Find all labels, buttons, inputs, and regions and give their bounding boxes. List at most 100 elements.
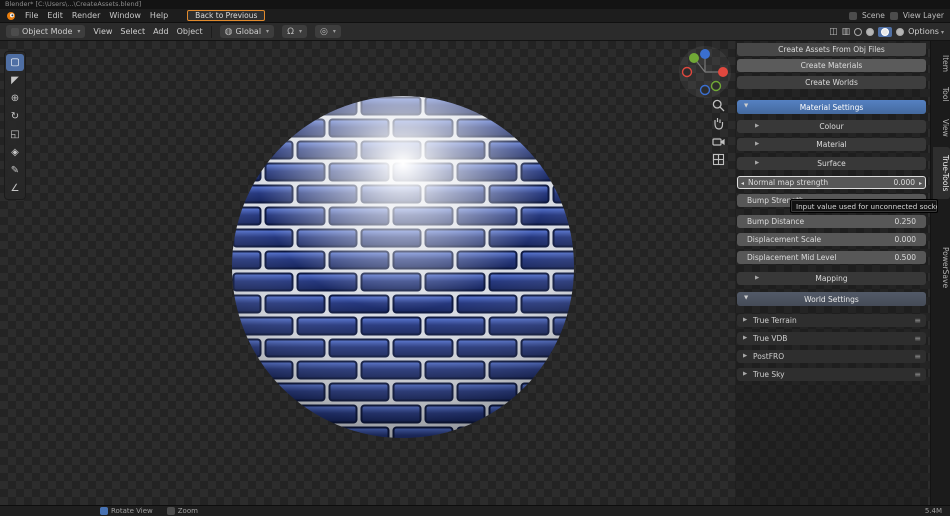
slider-label: Displacement Mid Level	[747, 251, 836, 264]
material-shading-icon	[881, 28, 889, 36]
create-worlds-button[interactable]: Create Worlds	[737, 76, 926, 89]
mouse-middle-icon	[167, 507, 175, 515]
menu-select[interactable]: Select	[120, 27, 145, 36]
sphere-object[interactable]	[231, 95, 575, 439]
navigation-gizmo[interactable]	[678, 45, 732, 99]
slider-increase-icon[interactable]: ▸	[919, 177, 922, 190]
pan-hand-icon[interactable]	[712, 117, 725, 130]
grip-icon[interactable]: ≡	[914, 314, 921, 327]
tool-box-select[interactable]: ▢	[6, 54, 24, 71]
gizmo-x-axis-neg	[683, 68, 692, 77]
gizmo-z-axis-neg	[701, 86, 710, 95]
menu-add[interactable]: Add	[153, 27, 169, 36]
material-settings-header[interactable]: Material Settings	[737, 100, 926, 114]
object-mode-icon	[11, 28, 19, 36]
true-terrain-panel[interactable]: True Terrain ≡	[737, 314, 926, 327]
true-sky-panel[interactable]: True Sky ≡	[737, 368, 926, 381]
panel-label: True Sky	[753, 368, 785, 381]
tab-true-tools[interactable]: True-Tools	[933, 147, 950, 199]
topbar-right: Scene View Layer	[849, 11, 944, 20]
divider	[211, 26, 212, 38]
slider-value: 0.000	[894, 176, 915, 189]
gizmo-z-axis	[700, 49, 710, 59]
statusbar: Rotate View Zoom 5.4M	[0, 505, 950, 516]
menu-render[interactable]: Render	[72, 11, 100, 20]
true-vdb-panel[interactable]: True VDB ≡	[737, 332, 926, 345]
statusbar-stats: 5.4M	[925, 507, 942, 515]
slider-value: 0.250	[895, 215, 916, 228]
tool-annotate[interactable]: ✎	[6, 162, 24, 179]
tab-tool[interactable]: Tool	[933, 83, 950, 106]
magnet-icon: Ω	[287, 27, 294, 37]
xray-icon[interactable]: ▥	[842, 27, 851, 37]
solid-shading-icon[interactable]	[866, 28, 874, 36]
mapping-section[interactable]: Mapping	[737, 272, 926, 285]
overlays-icon[interactable]: ◫	[829, 27, 838, 37]
tool-sidebar: ▢ ◤ ⊕ ↻ ◱ ◈ ✎ ∠	[4, 51, 26, 200]
globe-icon: ◍	[225, 27, 233, 37]
create-materials-button[interactable]: Create Materials	[737, 59, 926, 72]
tool-rotate[interactable]: ↻	[6, 108, 24, 125]
surface-section[interactable]: Surface	[737, 157, 926, 170]
blender-logo-icon	[6, 11, 16, 21]
tool-move[interactable]: ⊕	[6, 90, 24, 107]
viewport-header-right: ◫ ▥ Options	[829, 27, 944, 37]
bump-distance-slider[interactable]: Bump Distance 0.250	[737, 215, 926, 228]
slider-value: 0.000	[895, 233, 916, 246]
3d-viewport[interactable]: ▢ ◤ ⊕ ↻ ◱ ◈ ✎ ∠	[0, 41, 950, 505]
menu-edit[interactable]: Edit	[47, 11, 63, 20]
create-assets-button[interactable]: Create Assets From Obj Files	[737, 43, 926, 56]
tab-powersave[interactable]: PowerSave	[933, 241, 950, 295]
wireframe-shading-icon[interactable]	[854, 28, 862, 36]
slider-label: Bump Distance	[747, 215, 804, 228]
tooltip: Input value used for unconnected socket	[790, 199, 938, 213]
postfro-panel[interactable]: PostFRO ≡	[737, 350, 926, 363]
keymap-hint-zoom: Zoom	[167, 507, 198, 515]
menu-object[interactable]: Object	[177, 27, 203, 36]
world-settings-header[interactable]: World Settings	[737, 292, 926, 306]
snapping-dropdown[interactable]: Ω	[282, 25, 307, 38]
tool-measure[interactable]: ∠	[6, 180, 24, 197]
menu-window[interactable]: Window	[109, 11, 141, 20]
mode-dropdown[interactable]: Object Mode	[6, 25, 85, 38]
menu-help[interactable]: Help	[150, 11, 168, 20]
options-dropdown[interactable]: Options	[908, 27, 944, 36]
menu-view[interactable]: View	[93, 27, 112, 36]
panel-label: PostFRO	[753, 350, 784, 363]
material-shading-active[interactable]	[878, 27, 892, 37]
tool-scale[interactable]: ◱	[6, 126, 24, 143]
panel-label: True Terrain	[753, 314, 797, 327]
slider-decrease-icon[interactable]: ◂	[741, 177, 744, 190]
grip-icon[interactable]: ≡	[914, 350, 921, 363]
grip-icon[interactable]: ≡	[914, 332, 921, 345]
mode-label: Object Mode	[22, 27, 72, 36]
displacement-scale-slider[interactable]: Displacement Scale 0.000	[737, 233, 926, 246]
panel-label: True VDB	[753, 332, 787, 345]
view-layer-selector[interactable]: View Layer	[903, 11, 944, 20]
view-layer-icon	[890, 12, 898, 20]
back-to-previous-button[interactable]: Back to Previous	[187, 10, 265, 21]
tool-cursor[interactable]: ◤	[6, 72, 24, 89]
scene-selector[interactable]: Scene	[862, 11, 885, 20]
tool-transform[interactable]: ◈	[6, 144, 24, 161]
colour-section[interactable]: Colour	[737, 120, 926, 133]
zoom-icon[interactable]	[712, 99, 725, 112]
gizmo-x-axis	[718, 67, 728, 77]
sidebar-panel: Create Assets From Obj Files Create Mate…	[735, 41, 928, 505]
grip-icon[interactable]: ≡	[914, 368, 921, 381]
keymap-hint-rotate: Rotate View	[100, 507, 153, 515]
material-section[interactable]: Material	[737, 138, 926, 151]
camera-icon[interactable]	[712, 135, 725, 148]
tab-item[interactable]: Item	[933, 51, 950, 76]
rendered-shading-icon[interactable]	[896, 28, 904, 36]
displacement-mid-level-slider[interactable]: Displacement Mid Level 0.500	[737, 251, 926, 264]
blender-window: Blender* [C:\Users\...\CreateAssets.blen…	[0, 0, 950, 516]
slider-value: 0.500	[895, 251, 916, 264]
menu-file[interactable]: File	[25, 11, 38, 20]
transform-orientation-dropdown[interactable]: ◍ Global	[220, 25, 274, 38]
slider-label: Normal map strength	[748, 176, 828, 189]
normal-map-strength-slider[interactable]: ◂ Normal map strength 0.000 ▸	[737, 176, 926, 189]
tab-view[interactable]: View	[933, 115, 950, 141]
orthographic-grid-icon[interactable]	[712, 153, 725, 166]
proportional-editing-dropdown[interactable]: ◎	[315, 25, 341, 38]
